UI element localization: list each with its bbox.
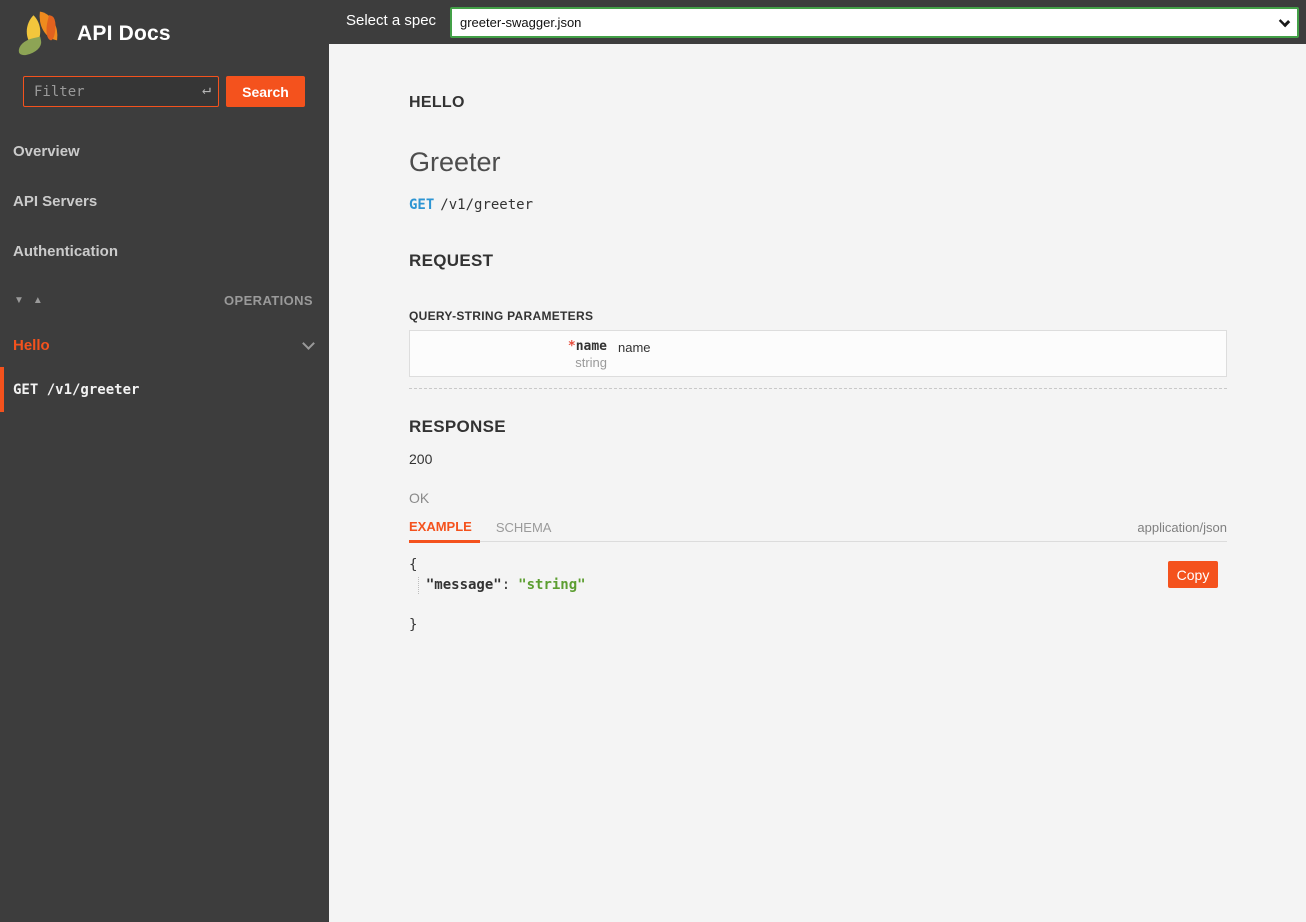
param-table: *name string name bbox=[409, 330, 1227, 377]
code-line-close: } bbox=[409, 617, 418, 633]
tab-example[interactable]: EXAMPLE bbox=[409, 519, 480, 543]
required-marker: * bbox=[567, 339, 576, 354]
topbar: Select a spec greeter-swagger.json bbox=[329, 0, 1306, 44]
content-type-label: application/json bbox=[1137, 520, 1227, 535]
response-status-text: OK bbox=[409, 490, 430, 506]
json-colon: : bbox=[501, 577, 511, 593]
endpoint-path: /v1/greeter bbox=[440, 197, 534, 213]
group-label: Hello bbox=[13, 336, 50, 354]
code-line-open: { bbox=[409, 557, 418, 573]
sidebar-item-overview[interactable]: Overview bbox=[0, 127, 329, 177]
app-logo-leaf-icon bbox=[16, 10, 64, 58]
sidebar-item-api-servers[interactable]: API Servers bbox=[0, 177, 329, 227]
main-content: HELLO Greeter GET/v1/greeter REQUEST QUE… bbox=[329, 44, 1306, 922]
select-spec-label: Select a spec bbox=[346, 12, 437, 29]
indent-guide bbox=[418, 577, 419, 594]
sidebar-item-authentication[interactable]: Authentication bbox=[0, 227, 329, 277]
sidebar: API Docs ↵ Search Overview API Servers A… bbox=[0, 0, 329, 922]
endpoint-label: GET /v1/greeter bbox=[13, 381, 140, 398]
response-tabs: EXAMPLE SCHEMA application/json bbox=[409, 519, 1227, 543]
chevron-down-icon bbox=[302, 336, 315, 350]
endpoint-signature: GET/v1/greeter bbox=[409, 197, 1227, 213]
json-string-value: "string" bbox=[518, 577, 586, 593]
param-name: name bbox=[575, 339, 607, 354]
http-method: GET bbox=[409, 197, 435, 213]
filter-input[interactable] bbox=[23, 76, 219, 107]
response-status-code: 200 bbox=[409, 451, 433, 467]
query-params-heading: QUERY-STRING PARAMETERS bbox=[409, 309, 594, 323]
selected-indicator bbox=[0, 367, 4, 412]
param-row: *name string name bbox=[410, 338, 1226, 370]
param-description: name bbox=[618, 340, 651, 355]
sidebar-group-hello[interactable]: Hello bbox=[0, 323, 329, 367]
filter-row: ↵ Search bbox=[0, 66, 329, 107]
leaf-green-icon bbox=[16, 36, 44, 57]
collapse-all-icon[interactable]: ▼ bbox=[14, 295, 24, 306]
tab-schema[interactable]: SCHEMA bbox=[496, 520, 552, 541]
expand-all-icon[interactable]: ▲ bbox=[33, 295, 43, 306]
operations-header: ▼ ▲ OPERATIONS bbox=[0, 285, 329, 315]
copy-button[interactable]: Copy bbox=[1168, 561, 1218, 588]
sidebar-nav: Overview API Servers Authentication bbox=[0, 127, 329, 277]
section-tag-hello: HELLO bbox=[409, 94, 465, 111]
sidebar-endpoint-get-v1-greeter[interactable]: GET /v1/greeter bbox=[0, 367, 329, 412]
app-title: API Docs bbox=[77, 22, 171, 45]
spec-select-wrap: greeter-swagger.json bbox=[450, 7, 1299, 38]
page-title: Greeter bbox=[409, 147, 501, 177]
json-key: "message" bbox=[425, 577, 502, 593]
spec-select[interactable]: greeter-swagger.json bbox=[450, 7, 1299, 38]
dashed-divider bbox=[409, 388, 1227, 389]
code-line-body: "message": "string" bbox=[409, 575, 1227, 615]
request-heading: REQUEST bbox=[409, 251, 494, 270]
search-button[interactable]: Search bbox=[226, 76, 305, 107]
sidebar-header: API Docs bbox=[0, 0, 329, 66]
operations-label: OPERATIONS bbox=[224, 292, 313, 308]
param-name-cell: *name string bbox=[410, 338, 607, 370]
example-code-block: { "message": "string" } Copy bbox=[409, 555, 1227, 635]
param-type: string bbox=[575, 355, 607, 370]
response-heading: RESPONSE bbox=[409, 417, 506, 436]
